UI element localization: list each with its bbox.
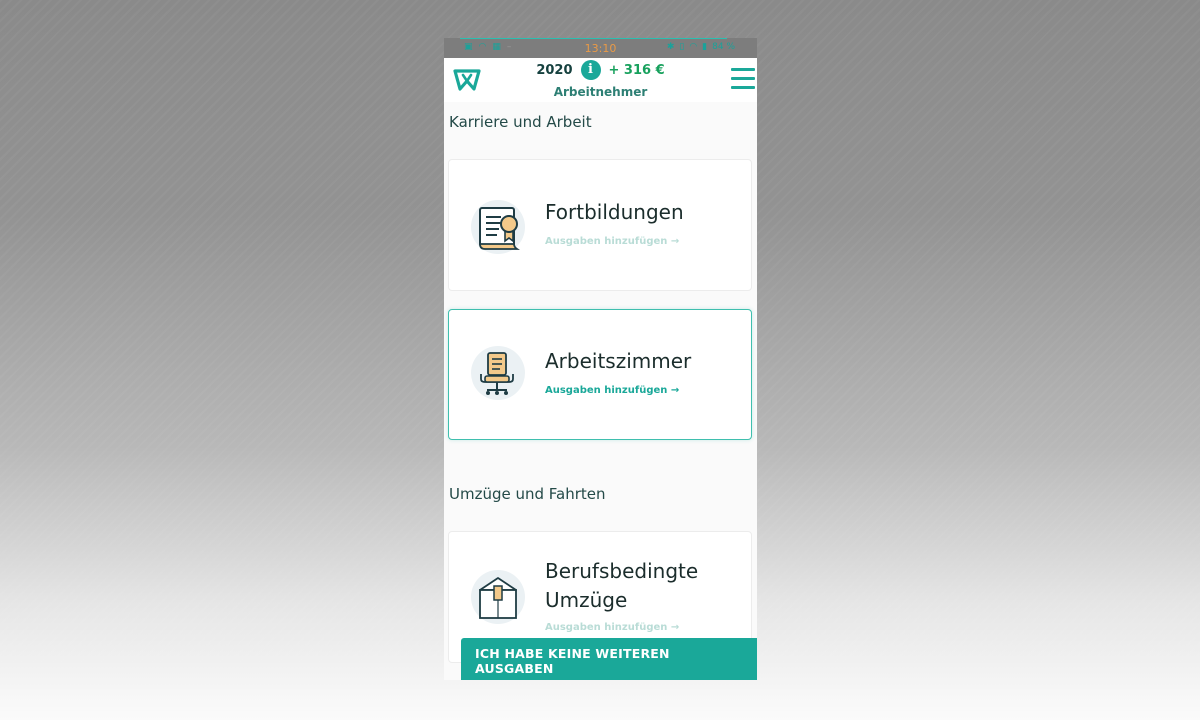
status-bar-indicator	[460, 38, 727, 39]
no-more-expenses-button[interactable]: ICH HABE KEINE WEITEREN AUSGABEN	[461, 638, 757, 680]
card-title-line-1: Berufsbedingte	[545, 559, 699, 583]
card-title: Fortbildungen	[545, 200, 684, 224]
battery-label: 84 %	[712, 42, 735, 52]
section-title: Karriere und Arbeit	[449, 113, 592, 131]
card-arbeitszimmer[interactable]: Arbeitszimmer Ausgaben hinzufügen →	[448, 309, 752, 440]
wifi-icon: ◠	[689, 42, 698, 52]
status-bar: ▣ ◠ ▦ – 13:10 ✱ ▯ ◠ ▮ 84 %	[444, 38, 757, 58]
hamburger-menu-icon[interactable]	[731, 68, 755, 90]
profile-subtitle: Arbeitnehmer	[553, 85, 648, 99]
phone-screen: ▣ ◠ ▦ – 13:10 ✱ ▯ ◠ ▮ 84 % 2020 i + 316 …	[444, 38, 757, 680]
add-expense-link[interactable]: Ausgaben hinzufügen →	[545, 385, 679, 396]
bluetooth-icon: ✱	[666, 42, 675, 52]
moving-box-icon	[471, 570, 525, 624]
header-summary: 2020 i + 316 € Arbeitnehmer	[504, 58, 697, 99]
tax-year[interactable]: 2020	[536, 63, 572, 78]
app-header: 2020 i + 316 € Arbeitnehmer	[444, 58, 757, 102]
add-expense-link[interactable]: Ausgaben hinzufügen →	[545, 622, 679, 633]
status-right-icons: ✱ ▯ ◠ ▮ 84 %	[667, 42, 735, 52]
office-chair-icon	[471, 346, 525, 400]
card-title: Arbeitszimmer	[545, 349, 692, 373]
add-expense-link[interactable]: Ausgaben hinzufügen →	[545, 236, 679, 247]
refund-amount: + 316 €	[608, 62, 665, 78]
card-title-line-2: Umzüge	[545, 588, 628, 612]
app-logo-icon[interactable]	[452, 67, 482, 93]
card-fortbildungen[interactable]: Fortbildungen Ausgaben hinzufügen →	[448, 159, 752, 291]
vibrate-icon: ▯	[679, 42, 685, 52]
certificate-icon	[471, 200, 525, 254]
signal-icon: ▮	[702, 42, 708, 52]
section-title: Umzüge und Fahrten	[449, 485, 606, 503]
info-icon[interactable]: i	[580, 60, 601, 80]
